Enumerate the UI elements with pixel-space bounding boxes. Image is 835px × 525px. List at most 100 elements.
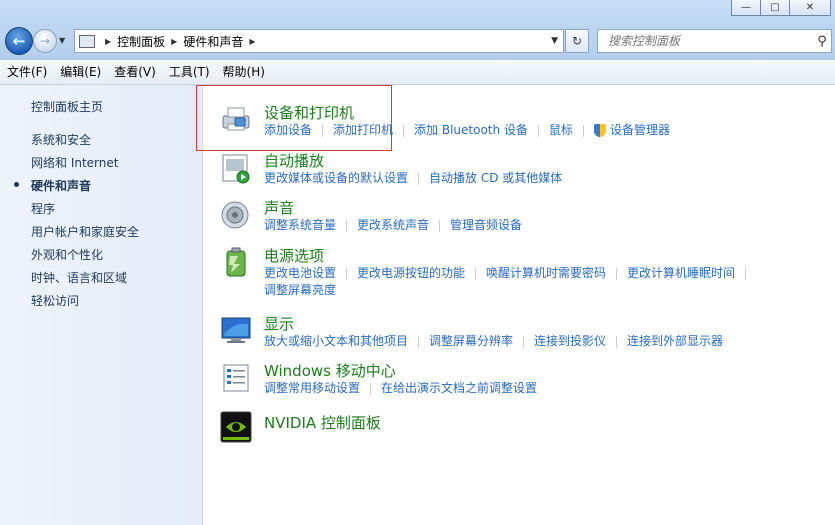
menu-tools[interactable]: 工具(T) (163, 61, 216, 83)
divider (582, 124, 584, 137)
forward-button[interactable]: → (33, 29, 57, 53)
refresh-button[interactable]: ↻ (565, 29, 589, 53)
menu-edit[interactable]: 编辑(E) (54, 61, 107, 83)
chevron-right-icon[interactable]: ▶ (105, 37, 111, 46)
sidebar-item-network[interactable]: 网络和 Internet (31, 154, 118, 171)
chevron-down-icon[interactable]: ▼ (551, 36, 558, 46)
link-power-button[interactable]: 更改电源按钮的功能 (357, 266, 465, 280)
link-mouse[interactable]: 鼠标 (549, 123, 573, 137)
search-input[interactable] (606, 33, 813, 49)
link-change-sounds[interactable]: 更改系统声音 (357, 218, 429, 232)
category-power-options: 电源选项 更改电池设置 更改电源按钮的功能 唤醒计算机时需要密码 更改计算机睡眠时间 … (264, 247, 756, 299)
menu-view[interactable]: 查看(V) (108, 61, 162, 83)
category-nvidia: NVIDIA 控制面板 (264, 414, 381, 432)
category-links: 更改电池设置 更改电源按钮的功能 唤醒计算机时需要密码 更改计算机睡眠时间 (264, 265, 756, 282)
divider (346, 219, 348, 232)
link-projector[interactable]: 连接到投影仪 (534, 334, 606, 348)
recent-pages-dropdown[interactable]: ▼ (59, 36, 65, 45)
category-display: 显示 放大或缩小文本和其他项目 调整屏幕分辨率 连接到投影仪 连接到外部显示器 (264, 315, 723, 350)
printer-icon[interactable] (220, 102, 252, 134)
link-adjust-volume[interactable]: 调整系统音量 (264, 218, 336, 232)
sidebar-item-programs[interactable]: 程序 (31, 200, 55, 217)
link-add-printer[interactable]: 添加打印机 (333, 123, 393, 137)
arrow-left-icon: ← (12, 32, 26, 50)
link-presentation-settings[interactable]: 在给出演示文档之前调整设置 (381, 381, 537, 395)
speaker-icon[interactable] (220, 199, 252, 231)
refresh-icon: ↻ (571, 34, 583, 48)
link-wake-password[interactable]: 唤醒计算机时需要密码 (486, 266, 606, 280)
link-add-bluetooth[interactable]: 添加 Bluetooth 设备 (414, 123, 528, 137)
category-title[interactable]: Windows 移动中心 (264, 362, 537, 380)
mobility-center-icon[interactable] (220, 362, 252, 394)
nvidia-icon[interactable] (220, 411, 252, 443)
link-screen-brightness[interactable]: 调整屏幕亮度 (264, 283, 336, 297)
sidebar-item-appearance[interactable]: 外观和个性化 (31, 246, 103, 263)
link-add-device[interactable]: 添加设备 (264, 123, 312, 137)
autoplay-icon[interactable] (220, 152, 252, 184)
category-links-row2: 调整屏幕亮度 (264, 282, 756, 299)
link-external-display[interactable]: 连接到外部显示器 (627, 334, 723, 348)
window-controls: — □ ✕ (731, 0, 831, 16)
link-mobility-settings[interactable]: 调整常用移动设置 (264, 381, 360, 395)
category-autoplay: 自动播放 更改媒体或设备的默认设置 自动播放 CD 或其他媒体 (264, 152, 562, 187)
link-change-media-defaults[interactable]: 更改媒体或设备的默认设置 (264, 171, 408, 185)
link-text-size[interactable]: 放大或缩小文本和其他项目 (264, 334, 408, 348)
monitor-icon[interactable] (220, 314, 252, 346)
breadcrumb-hardware-sound[interactable]: 硬件和声音 (183, 33, 243, 50)
category-links: 更改媒体或设备的默认设置 自动播放 CD 或其他媒体 (264, 170, 562, 187)
menu-help[interactable]: 帮助(H) (217, 61, 271, 83)
chevron-right-icon[interactable]: ▶ (249, 37, 255, 46)
menu-file[interactable]: 文件(F) (1, 61, 53, 83)
breadcrumb-control-panel[interactable]: 控制面板 (117, 33, 165, 50)
category-title[interactable]: 自动播放 (264, 152, 562, 170)
sidebar-item-hardware-sound[interactable]: 硬件和声音 (31, 177, 91, 194)
link-sleep-time[interactable]: 更改计算机睡眠时间 (627, 266, 735, 280)
link-screen-resolution[interactable]: 调整屏幕分辨率 (429, 334, 513, 348)
search-icon[interactable]: ⚲ (813, 34, 831, 49)
title-bar: — □ ✕ ← → ▼ ▶ 控制面板 ▶ 硬件和声音 ▶ ▼ ↻ ⚲ (0, 0, 835, 60)
sidebar-item-home[interactable]: 控制面板主页 (31, 98, 103, 115)
shield-icon (593, 124, 606, 137)
divider (475, 267, 477, 280)
minimize-button[interactable]: — (731, 0, 761, 16)
divider (439, 219, 441, 232)
category-title[interactable]: NVIDIA 控制面板 (264, 414, 381, 432)
category-title[interactable]: 设备和打印机 (264, 104, 670, 122)
control-panel-icon (79, 34, 95, 48)
close-button[interactable]: ✕ (789, 0, 831, 16)
address-bar[interactable]: ▶ 控制面板 ▶ 硬件和声音 ▶ ▼ (74, 29, 564, 53)
link-manage-audio-devices[interactable]: 管理音频设备 (450, 218, 522, 232)
arrow-right-icon: → (39, 34, 51, 48)
category-title[interactable]: 电源选项 (264, 247, 756, 265)
divider (322, 124, 324, 137)
link-autoplay-cd[interactable]: 自动播放 CD 或其他媒体 (429, 171, 562, 185)
category-links: 调整系统音量 更改系统声音 管理音频设备 (264, 217, 522, 234)
link-battery-settings[interactable]: 更改电池设置 (264, 266, 336, 280)
sidebar-item-ease-of-access[interactable]: 轻松访问 (31, 292, 79, 309)
divider (537, 124, 539, 137)
link-device-manager[interactable]: 设备管理器 (610, 123, 670, 137)
divider (418, 335, 420, 348)
maximize-button[interactable]: □ (760, 0, 790, 16)
content-area (203, 85, 835, 525)
active-bullet-icon (14, 182, 19, 187)
sidebar-item-user-accounts[interactable]: 用户帐户和家庭安全 (31, 223, 139, 240)
category-title[interactable]: 显示 (264, 315, 723, 333)
category-links: 调整常用移动设置 在给出演示文档之前调整设置 (264, 380, 537, 397)
search-box[interactable]: ⚲ (597, 29, 832, 53)
category-title[interactable]: 声音 (264, 199, 522, 217)
chevron-right-icon[interactable]: ▶ (171, 37, 177, 46)
category-links: 添加设备 添加打印机 添加 Bluetooth 设备 鼠标 设备管理器 (264, 122, 670, 139)
category-devices-printers: 设备和打印机 添加设备 添加打印机 添加 Bluetooth 设备 鼠标 设备管理器 (264, 104, 670, 139)
back-button[interactable]: ← (5, 27, 33, 55)
divider (616, 335, 618, 348)
category-mobility-center: Windows 移动中心 调整常用移动设置 在给出演示文档之前调整设置 (264, 362, 537, 397)
divider (370, 382, 372, 395)
category-links: 放大或缩小文本和其他项目 调整屏幕分辨率 连接到投影仪 连接到外部显示器 (264, 333, 723, 350)
divider (403, 124, 405, 137)
sidebar-item-clock-language[interactable]: 时钟、语言和区域 (31, 269, 127, 286)
sidebar-item-system-security[interactable]: 系统和安全 (31, 131, 91, 148)
divider (346, 267, 348, 280)
battery-icon[interactable] (220, 246, 252, 278)
category-sound: 声音 调整系统音量 更改系统声音 管理音频设备 (264, 199, 522, 234)
